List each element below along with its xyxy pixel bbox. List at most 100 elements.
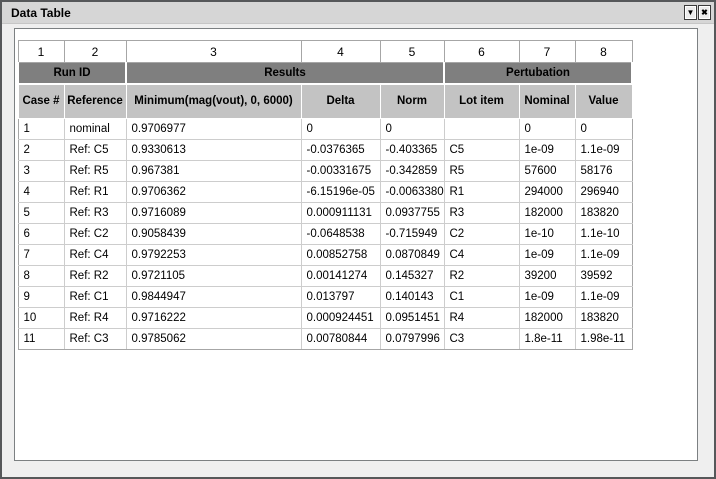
cell-r4-c3[interactable]: 0.9706362 xyxy=(126,182,301,203)
cell-r4-c1[interactable]: 4 xyxy=(18,182,64,203)
cell-r10-c8[interactable]: 183820 xyxy=(575,308,632,329)
cell-r3-c4[interactable]: -0.00331675 xyxy=(301,161,380,182)
cell-r7-c4[interactable]: 0.00852758 xyxy=(301,245,380,266)
cell-r1-c8[interactable]: 0 xyxy=(575,119,632,140)
cell-r3-c1[interactable]: 3 xyxy=(18,161,64,182)
cell-r9-c7[interactable]: 1e-09 xyxy=(519,287,575,308)
cell-r9-c3[interactable]: 0.9844947 xyxy=(126,287,301,308)
cell-r5-c6[interactable]: R3 xyxy=(444,203,519,224)
cell-r6-c4[interactable]: -0.0648538 xyxy=(301,224,380,245)
cell-r2-c4[interactable]: -0.0376365 xyxy=(301,140,380,161)
cell-r11-c1[interactable]: 11 xyxy=(18,329,64,350)
cell-r9-c4[interactable]: 0.013797 xyxy=(301,287,380,308)
cell-r4-c2[interactable]: Ref: R1 xyxy=(64,182,126,203)
cell-r10-c6[interactable]: R4 xyxy=(444,308,519,329)
cell-r10-c7[interactable]: 182000 xyxy=(519,308,575,329)
cell-r9-c8[interactable]: 1.1e-09 xyxy=(575,287,632,308)
column-number-7[interactable]: 7 xyxy=(519,41,575,63)
cell-r2-c3[interactable]: 0.9330613 xyxy=(126,140,301,161)
cell-r5-c8[interactable]: 183820 xyxy=(575,203,632,224)
column-number-6[interactable]: 6 xyxy=(444,41,519,63)
column-number-3[interactable]: 3 xyxy=(126,41,301,63)
window-titlebar[interactable]: Data Table ▼ ✖ xyxy=(2,2,714,24)
column-number-5[interactable]: 5 xyxy=(380,41,444,63)
cell-r8-c6[interactable]: R2 xyxy=(444,266,519,287)
cell-r3-c7[interactable]: 57600 xyxy=(519,161,575,182)
cell-r11-c5[interactable]: 0.0797996 xyxy=(380,329,444,350)
cell-r7-c6[interactable]: C4 xyxy=(444,245,519,266)
cell-r5-c2[interactable]: Ref: R3 xyxy=(64,203,126,224)
cell-r9-c5[interactable]: 0.140143 xyxy=(380,287,444,308)
cell-r11-c6[interactable]: C3 xyxy=(444,329,519,350)
collapse-button[interactable]: ▼ xyxy=(684,5,697,20)
cell-r2-c7[interactable]: 1e-09 xyxy=(519,140,575,161)
cell-r7-c2[interactable]: Ref: C4 xyxy=(64,245,126,266)
cell-r5-c1[interactable]: 5 xyxy=(18,203,64,224)
table-row-1: 1nominal0.97069770000 xyxy=(18,119,632,140)
cell-r11-c7[interactable]: 1.8e-11 xyxy=(519,329,575,350)
cell-r7-c1[interactable]: 7 xyxy=(18,245,64,266)
cell-r3-c3[interactable]: 0.967381 xyxy=(126,161,301,182)
cell-r11-c8[interactable]: 1.98e-11 xyxy=(575,329,632,350)
cell-r4-c6[interactable]: R1 xyxy=(444,182,519,203)
cell-r11-c2[interactable]: Ref: C3 xyxy=(64,329,126,350)
cell-r1-c3[interactable]: 0.9706977 xyxy=(126,119,301,140)
cell-r7-c8[interactable]: 1.1e-09 xyxy=(575,245,632,266)
cell-r9-c1[interactable]: 9 xyxy=(18,287,64,308)
cell-r2-c8[interactable]: 1.1e-09 xyxy=(575,140,632,161)
cell-r8-c5[interactable]: 0.145327 xyxy=(380,266,444,287)
column-number-2[interactable]: 2 xyxy=(64,41,126,63)
cell-r5-c7[interactable]: 182000 xyxy=(519,203,575,224)
cell-r3-c2[interactable]: Ref: R5 xyxy=(64,161,126,182)
cell-r3-c5[interactable]: -0.342859 xyxy=(380,161,444,182)
cell-r7-c7[interactable]: 1e-09 xyxy=(519,245,575,266)
cell-r9-c6[interactable]: C1 xyxy=(444,287,519,308)
cell-r6-c1[interactable]: 6 xyxy=(18,224,64,245)
cell-r6-c7[interactable]: 1e-10 xyxy=(519,224,575,245)
cell-r10-c2[interactable]: Ref: R4 xyxy=(64,308,126,329)
cell-r4-c8[interactable]: 296940 xyxy=(575,182,632,203)
column-number-4[interactable]: 4 xyxy=(301,41,380,63)
cell-r5-c4[interactable]: 0.000911131 xyxy=(301,203,380,224)
cell-r8-c2[interactable]: Ref: R2 xyxy=(64,266,126,287)
cell-r3-c6[interactable]: R5 xyxy=(444,161,519,182)
cell-r1-c5[interactable]: 0 xyxy=(380,119,444,140)
column-number-1[interactable]: 1 xyxy=(18,41,64,63)
cell-r3-c8[interactable]: 58176 xyxy=(575,161,632,182)
cell-r10-c5[interactable]: 0.0951451 xyxy=(380,308,444,329)
cell-r7-c3[interactable]: 0.9792253 xyxy=(126,245,301,266)
cell-r4-c4[interactable]: -6.15196e-05 xyxy=(301,182,380,203)
cell-r11-c4[interactable]: 0.00780844 xyxy=(301,329,380,350)
cell-r1-c7[interactable]: 0 xyxy=(519,119,575,140)
cell-r8-c8[interactable]: 39592 xyxy=(575,266,632,287)
cell-r5-c5[interactable]: 0.0937755 xyxy=(380,203,444,224)
cell-r4-c7[interactable]: 294000 xyxy=(519,182,575,203)
cell-r10-c1[interactable]: 10 xyxy=(18,308,64,329)
cell-r2-c1[interactable]: 2 xyxy=(18,140,64,161)
cell-r6-c6[interactable]: C2 xyxy=(444,224,519,245)
close-button[interactable]: ✖ xyxy=(698,5,711,20)
cell-r1-c4[interactable]: 0 xyxy=(301,119,380,140)
cell-r8-c1[interactable]: 8 xyxy=(18,266,64,287)
cell-r8-c4[interactable]: 0.00141274 xyxy=(301,266,380,287)
cell-r8-c3[interactable]: 0.9721105 xyxy=(126,266,301,287)
cell-r11-c3[interactable]: 0.9785062 xyxy=(126,329,301,350)
cell-r9-c2[interactable]: Ref: C1 xyxy=(64,287,126,308)
cell-r1-c2[interactable]: nominal xyxy=(64,119,126,140)
cell-r6-c3[interactable]: 0.9058439 xyxy=(126,224,301,245)
cell-r10-c4[interactable]: 0.000924451 xyxy=(301,308,380,329)
cell-r6-c5[interactable]: -0.715949 xyxy=(380,224,444,245)
cell-r2-c2[interactable]: Ref: C5 xyxy=(64,140,126,161)
cell-r7-c5[interactable]: 0.0870849 xyxy=(380,245,444,266)
cell-r6-c8[interactable]: 1.1e-10 xyxy=(575,224,632,245)
cell-r2-c5[interactable]: -0.403365 xyxy=(380,140,444,161)
cell-r1-c6[interactable] xyxy=(444,119,519,140)
cell-r10-c3[interactable]: 0.9716222 xyxy=(126,308,301,329)
cell-r6-c2[interactable]: Ref: C2 xyxy=(64,224,126,245)
column-number-8[interactable]: 8 xyxy=(575,41,632,63)
cell-r5-c3[interactable]: 0.9716089 xyxy=(126,203,301,224)
cell-r8-c7[interactable]: 39200 xyxy=(519,266,575,287)
cell-r1-c1[interactable]: 1 xyxy=(18,119,64,140)
cell-r4-c5[interactable]: -0.00633807 xyxy=(380,182,444,203)
cell-r2-c6[interactable]: C5 xyxy=(444,140,519,161)
